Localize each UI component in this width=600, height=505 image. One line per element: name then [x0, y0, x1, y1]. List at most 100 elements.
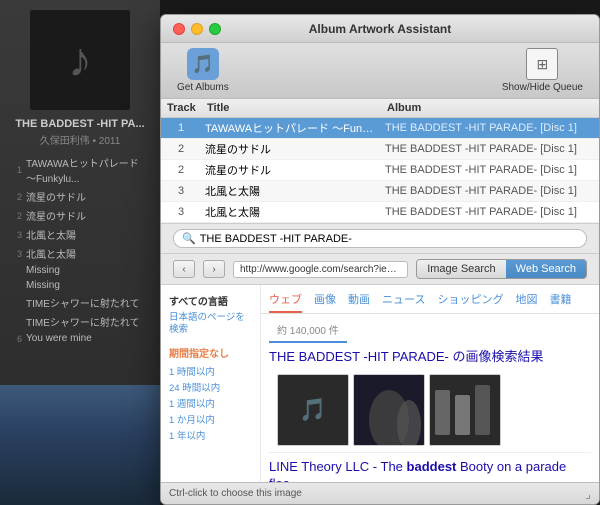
image-thumb-1[interactable]: 🎵: [277, 374, 349, 446]
track-title: Missing: [26, 265, 60, 276]
itunes-background-image: [0, 385, 160, 505]
minimize-button[interactable]: [191, 23, 203, 35]
lang-link[interactable]: 日本語のページを検索: [169, 312, 252, 337]
period-link[interactable]: 1 年以内: [169, 428, 252, 442]
show-hide-queue-button[interactable]: ⊞ Show/Hide Queue: [502, 48, 583, 93]
cell-title: 北風と太陽: [201, 183, 381, 199]
link-result-title[interactable]: LINE Theory LLC - The baddest Booty on a…: [269, 459, 591, 482]
itunes-track-item[interactable]: 2 流星のサドル: [6, 187, 154, 206]
cell-album: THE BADDEST -HIT PARADE- [Disc 1]: [381, 122, 599, 134]
itunes-track-list: 1TAWAWAヒットパレード 〜Funkylu... 2 流星のサドル 2 流星のサドル…: [0, 153, 160, 346]
thumb-svg-2: [354, 375, 424, 445]
track-num: 2: [10, 211, 22, 221]
awa-window: Album Artwork Assistant 🎵 Get Albums ⊞ S…: [160, 14, 600, 505]
tab-map[interactable]: 地図: [515, 289, 537, 313]
tab-news[interactable]: ニュース: [382, 289, 425, 313]
search-input[interactable]: [200, 233, 578, 245]
table-row[interactable]: 3北風と太陽THE BADDEST -HIT PARADE- [Disc 1]: [161, 202, 599, 223]
tab-images[interactable]: 画像: [314, 289, 336, 313]
lang-title: すべての言語: [169, 293, 252, 308]
itunes-artist: 久保田利伟 • 2011: [0, 132, 160, 147]
itunes-track-item[interactable]: Missing: [6, 278, 154, 293]
url-bar: http://www.google.com/search?ie=UTF-8&q=…: [233, 261, 408, 278]
titlebar-buttons: [173, 23, 221, 35]
period-link[interactable]: 1 時間以内: [169, 364, 252, 378]
web-search-button[interactable]: Web Search: [506, 260, 586, 278]
col-album: Album: [381, 102, 599, 114]
cell-album: THE BADDEST -HIT PARADE- [Disc 1]: [381, 185, 599, 197]
table-header: Track Title Album: [161, 99, 599, 118]
web-results: 約 140,000 件 THE BADDEST -HIT PARADE- の画像…: [261, 314, 599, 482]
track-title: 流星のサドル: [26, 208, 86, 223]
track-num: 2: [10, 192, 22, 202]
table-row[interactable]: 2流星のサドルTHE BADDEST -HIT PARADE- [Disc 1]: [161, 139, 599, 160]
search-icon: 🔍: [182, 232, 196, 245]
toolbar: 🎵 Get Albums ⊞ Show/Hide Queue: [161, 43, 599, 99]
itunes-track-item[interactable]: 6 You were mine: [6, 331, 154, 346]
track-num: 6: [10, 334, 22, 344]
result-count: 約 140,000 件: [269, 318, 347, 343]
track-table: Track Title Album 1TAWAWAヒットパレード 〜Funkyl…: [161, 99, 599, 224]
window-title: Album Artwork Assistant: [309, 22, 451, 36]
tab-books[interactable]: 書籍: [549, 289, 571, 313]
image-search-button[interactable]: Image Search: [417, 260, 505, 278]
web-content: すべての言語 日本語のページを検索 期間指定なし 1 時間以内24 時間以内1 …: [161, 285, 599, 482]
table-row[interactable]: 1TAWAWAヒットパレード 〜Funkylude~THE BADDEST -H…: [161, 118, 599, 139]
thumb-svg-3: [430, 375, 500, 445]
tab-shopping[interactable]: ショッピング: [437, 289, 503, 313]
forward-button[interactable]: ›: [203, 260, 225, 278]
itunes-track-item[interactable]: Missing: [6, 263, 154, 278]
cell-album: THE BADDEST -HIT PARADE- [Disc 1]: [381, 206, 599, 218]
get-albums-icon: 🎵: [187, 48, 219, 80]
track-title: TIMEシャワーに射たれて: [26, 314, 140, 329]
image-thumb-3[interactable]: [429, 374, 501, 446]
cell-title: 流星のサドル: [201, 141, 381, 157]
col-title: Title: [201, 102, 381, 114]
itunes-track-item[interactable]: TIMEシャワーに射たれて: [6, 293, 154, 312]
cell-title: 流星のサドル: [201, 162, 381, 178]
music-note-icon: ♪: [68, 33, 92, 88]
cell-title: 北風と太陽: [201, 204, 381, 220]
track-num: 3: [10, 249, 22, 259]
period-link[interactable]: 1 週間以内: [169, 396, 252, 410]
cell-title: TAWAWAヒットパレード 〜Funkylude~: [201, 120, 381, 136]
cell-album: THE BADDEST -HIT PARADE- [Disc 1]: [381, 143, 599, 155]
image-result-title[interactable]: THE BADDEST -HIT PARADE- の画像検索結果: [269, 349, 591, 366]
back-button[interactable]: ‹: [173, 260, 195, 278]
track-title: 北風と太陽: [26, 246, 76, 261]
album-art: ♪: [30, 10, 130, 110]
itunes-track-item[interactable]: 3北風と太陽: [6, 225, 154, 244]
link-result-1: LINE Theory LLC - The baddest Booty on a…: [269, 459, 591, 482]
cell-album: THE BADDEST -HIT PARADE- [Disc 1]: [381, 164, 599, 176]
table-row[interactable]: 3北風と太陽THE BADDEST -HIT PARADE- [Disc 1]: [161, 181, 599, 202]
cell-track: 1: [161, 122, 201, 134]
get-albums-button[interactable]: 🎵 Get Albums: [177, 48, 229, 93]
track-title: 流星のサドル: [26, 189, 86, 204]
cell-track: 2: [161, 164, 201, 176]
close-button[interactable]: [173, 23, 185, 35]
itunes-track-item[interactable]: 1TAWAWAヒットパレード 〜Funkylu...: [6, 153, 154, 187]
period-link[interactable]: 24 時間以内: [169, 380, 252, 394]
tab-video[interactable]: 動画: [348, 289, 370, 313]
show-hide-label: Show/Hide Queue: [502, 82, 583, 93]
image-result-title-text: THE BADDEST -HIT PARADE- の画像検索結果: [269, 349, 543, 364]
search-toggle-bar: ‹ › http://www.google.com/search?ie=UTF-…: [161, 254, 599, 285]
resize-handle: ⌟: [585, 487, 591, 501]
track-title: You were mine: [26, 333, 92, 344]
image-thumbnails-row: 🎵: [269, 368, 591, 453]
itunes-track-item[interactable]: 2 流星のサドル: [6, 206, 154, 225]
itunes-track-item[interactable]: 3 北風と太陽: [6, 244, 154, 263]
track-title: Missing: [26, 280, 60, 291]
search-input-wrapper[interactable]: 🔍: [173, 229, 587, 248]
period-links: 1 時間以内 24 時間以内 1 週間以内 1 か月以内 1 年以内: [169, 364, 252, 442]
track-num: 3: [10, 230, 22, 240]
itunes-panel: ♪ THE BADDEST -HIT PA... 久保田利伟 • 2011 1T…: [0, 0, 160, 505]
web-main: ウェブ 画像 動画 ニュース ショッピング 地図 書籍 約 140,000 件 …: [261, 285, 599, 482]
image-result-section: THE BADDEST -HIT PARADE- の画像検索結果 🎵: [269, 349, 591, 453]
period-link[interactable]: 1 か月以内: [169, 412, 252, 426]
maximize-button[interactable]: [209, 23, 221, 35]
tab-web[interactable]: ウェブ: [269, 289, 302, 313]
table-row[interactable]: 2流星のサドルTHE BADDEST -HIT PARADE- [Disc 1]: [161, 160, 599, 181]
itunes-track-item[interactable]: TIMEシャワーに射たれて: [6, 312, 154, 331]
image-thumb-2[interactable]: [353, 374, 425, 446]
